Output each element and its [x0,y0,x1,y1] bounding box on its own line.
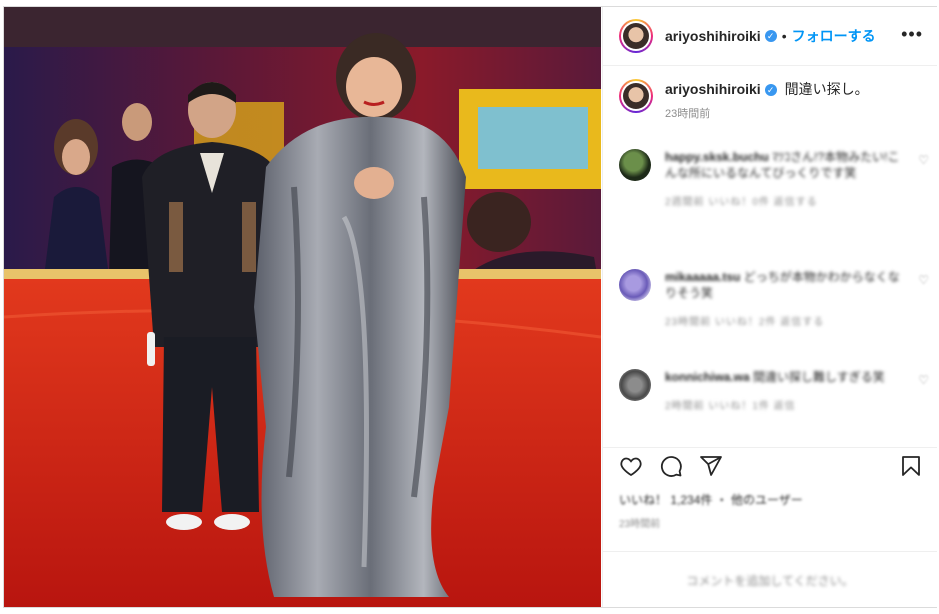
post-header: ariyoshihiroiki ✓ • フォローする ••• [603,7,937,66]
comment-avatar[interactable] [619,369,651,401]
post-photo[interactable] [4,7,601,607]
verified-badge-icon: ✓ [764,84,777,96]
comment-icon[interactable] [659,454,685,478]
heart-icon[interactable] [619,454,645,478]
caption-avatar[interactable] [619,79,653,113]
likes-count[interactable]: いいね！ 1,234件 ・ 他のユーザー [619,491,919,508]
comment-item: happy.sksk.buchu ﾏﾂｺさん!?本物みたい!こんな所にいるなんて… [619,149,929,208]
caption-text: 間違い探し。 [784,81,869,97]
comment-meta[interactable]: 2週間前 いいね！0件 返信する [665,193,905,208]
comment-item: konnichiwa.wa 間違い探し難しすぎる笑 2時間前 いいね！1件 返信… [619,369,929,412]
comment-heart-icon[interactable]: ♡ [918,273,929,287]
comment-username[interactable]: mikaaaaa.tsu [665,270,740,284]
comment-meta[interactable]: 23時間前 いいね！2件 返信する [665,313,905,328]
action-bar [603,447,937,484]
comment-meta[interactable]: 2時間前 いいね！1件 返信 [665,397,905,412]
comment-heart-icon[interactable]: ♡ [918,153,929,167]
caption-username[interactable]: ariyoshihiroiki [665,81,761,97]
post-time: 23時間前 [619,519,661,530]
comment-username[interactable]: happy.sksk.buchu [665,150,769,164]
caption-time[interactable]: 23時間前 [665,105,869,121]
separator: • [781,28,787,44]
post-sidebar: ariyoshihiroiki ✓ • フォローする ••• ariyoshih… [602,7,937,607]
comment-input[interactable]: コメントを追加してください。 [686,572,853,589]
avatar-image [623,23,649,49]
photo-illustration [4,7,601,607]
more-icon[interactable]: ••• [901,25,923,43]
avatar[interactable] [619,19,653,53]
comment-heart-icon[interactable]: ♡ [918,373,929,387]
comment-text: 間違い探し難しすぎる笑 [753,370,885,384]
comment-item: mikaaaaa.tsu どっちが本物かわからなくなりそう笑 23時間前 いいね… [619,269,929,328]
comment-username[interactable]: konnichiwa.wa [665,370,750,384]
verified-badge-icon: ✓ [764,30,777,42]
follow-button[interactable]: フォローする [792,26,876,46]
share-icon[interactable] [699,454,725,478]
comment-avatar[interactable] [619,149,651,181]
comment-avatar[interactable] [619,269,651,301]
header-username[interactable]: ariyoshihiroiki [665,28,761,44]
instagram-post: ariyoshihiroiki ✓ • フォローする ••• ariyoshih… [3,6,937,608]
bookmark-icon[interactable] [899,454,925,478]
comment-input-bar: コメントを追加してください。 [603,551,937,608]
avatar-image [623,83,649,109]
caption: ariyoshihiroiki ✓ 間違い探し。 23時間前 [619,79,925,121]
